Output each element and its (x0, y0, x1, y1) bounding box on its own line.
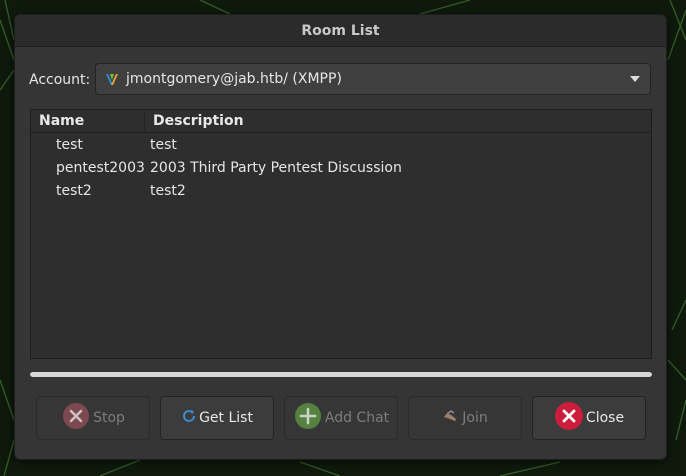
join-label: Join (462, 410, 488, 426)
chevron-down-icon (630, 76, 640, 82)
stop-label: Stop (93, 410, 125, 426)
add-chat-label: Add Chat (324, 410, 390, 426)
window-title: Room List (301, 22, 380, 39)
progress-bar (30, 372, 652, 377)
xmpp-protocol-icon (104, 71, 120, 87)
handshake-icon (442, 408, 460, 428)
room-description: test (150, 136, 177, 153)
list-row[interactable]: pentest2003 2003 Third Party Pentest Dis… (31, 156, 651, 179)
room-name: test2 (56, 182, 92, 199)
add-icon (293, 401, 323, 435)
get-list-label: Get List (199, 410, 253, 426)
button-row: Stop Get List Add Chat Join Close (36, 396, 648, 442)
account-label: Account: (29, 72, 91, 88)
list-row[interactable]: test2 test2 (31, 179, 651, 202)
stop-button[interactable]: Stop (36, 396, 150, 440)
room-name: pentest2003 (56, 159, 145, 176)
stop-icon (61, 401, 91, 435)
add-chat-button[interactable]: Add Chat (284, 396, 398, 440)
room-name: test (56, 136, 83, 153)
get-list-button[interactable]: Get List (160, 396, 274, 440)
title-bar[interactable]: Room List (15, 15, 666, 47)
room-description: 2003 Third Party Pentest Discussion (150, 159, 402, 176)
close-label: Close (585, 410, 625, 426)
room-description: test2 (150, 182, 186, 199)
column-header-name[interactable]: Name (31, 110, 145, 132)
close-button[interactable]: Close (532, 396, 646, 440)
account-row: Account: jmontgomery@jab.htb/ (XMPP) (29, 63, 653, 97)
room-list-dialog: Room List Account: jmontgomery@jab.htb/ … (14, 14, 667, 460)
progress-fill (30, 372, 652, 377)
close-icon (554, 401, 584, 435)
list-row[interactable]: test test (31, 133, 651, 156)
column-header-description[interactable]: Description (145, 110, 244, 132)
list-header: Name Description (31, 110, 651, 133)
account-value: jmontgomery@jab.htb/ (XMPP) (126, 71, 342, 87)
refresh-icon (181, 408, 197, 428)
room-list[interactable]: Name Description test test pentest2003 2… (30, 109, 652, 359)
join-button[interactable]: Join (408, 396, 522, 440)
account-dropdown[interactable]: jmontgomery@jab.htb/ (XMPP) (95, 63, 651, 95)
